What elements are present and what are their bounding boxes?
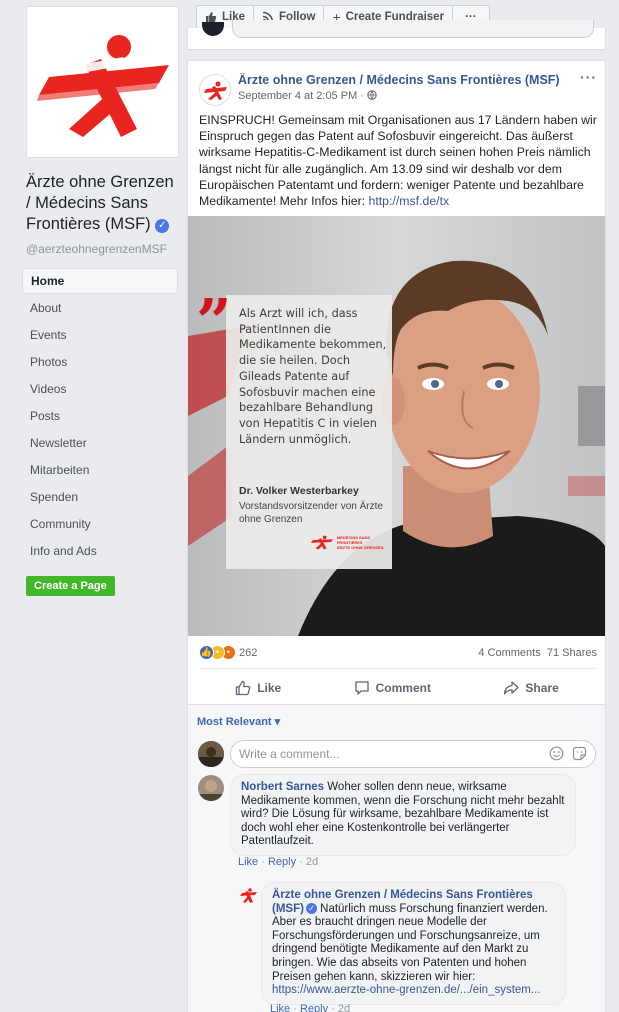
comment-input-placeholder: Write a comment... xyxy=(239,747,340,761)
globe-icon xyxy=(367,90,377,100)
emoji-icon[interactable] xyxy=(549,746,564,761)
post-author-avatar[interactable] xyxy=(199,74,231,106)
like-label: Like xyxy=(257,681,282,695)
comments-section: Most Relevant ▾ Write a comment... Norbe… xyxy=(188,704,605,1012)
page-profile-picture[interactable] xyxy=(26,6,179,158)
reply-author-avatar[interactable] xyxy=(238,885,258,905)
nav-item-videos[interactable]: Videos xyxy=(22,376,178,403)
post-timestamp[interactable]: September 4 at 2:05 PM · xyxy=(238,90,377,102)
previous-post-fragment xyxy=(187,20,606,50)
verified-badge-icon: ✓ xyxy=(155,219,170,233)
comment-input[interactable]: Write a comment... xyxy=(230,740,596,768)
nav-item-posts[interactable]: Posts xyxy=(22,403,178,430)
comment-reply-link[interactable]: Reply xyxy=(268,856,296,868)
nav-item-photos[interactable]: Photos xyxy=(22,349,178,376)
post-body: EINSPRUCH! Gemeinsam mit Organisationen … xyxy=(199,112,599,209)
share-button[interactable]: Share xyxy=(503,680,559,696)
verified-badge-icon: ✓ xyxy=(305,902,317,914)
quote-mark-icon: ” xyxy=(196,285,232,358)
reply-reply-link[interactable]: Reply xyxy=(300,1003,328,1012)
comment-like-link[interactable]: Like xyxy=(238,856,258,868)
post-options-button[interactable]: ··· xyxy=(580,69,597,85)
comments-count[interactable]: 4 Comments xyxy=(478,647,540,659)
reply-link[interactable]: https://www.aerzte-ohne-grenzen.de/.../e… xyxy=(272,984,540,996)
post-image[interactable]: ” Als Arzt will ich, dass PatientInnen d… xyxy=(188,216,605,636)
comment-author-avatar[interactable] xyxy=(198,775,224,801)
msf-logo-icon xyxy=(204,81,227,100)
previous-comment-input[interactable] xyxy=(232,20,594,38)
quote-text: Als Arzt will ich, dass PatientInnen die… xyxy=(239,307,387,446)
msf-logo-icon xyxy=(240,888,257,903)
like-button[interactable]: Like xyxy=(235,680,281,696)
msf-logo-icon xyxy=(37,35,169,137)
page-sidebar: Ärzte ohne Grenzen / Médecins Sans Front… xyxy=(0,0,186,1012)
logo-text-line-1: MÉDECINS SANS FRONTIÈRES xyxy=(336,534,371,545)
quote-card: ” Als Arzt will ich, dass PatientInnen d… xyxy=(196,291,392,569)
nav-item-mitarbeiten[interactable]: Mitarbeiten xyxy=(22,457,178,484)
logo-text-line-2: ÄRZTE OHNE GRENZEN xyxy=(336,544,384,550)
comment-bubble: Norbert Sarnes Woher sollen denn neue, w… xyxy=(230,774,576,856)
like-reaction-icon[interactable]: 👍 xyxy=(199,645,214,660)
post-link[interactable]: http://msf.de/tx xyxy=(369,194,450,208)
nav-item-home[interactable]: Home xyxy=(22,268,178,294)
share-label: Share xyxy=(525,681,559,695)
reply-meta: Like · Reply · 2d xyxy=(270,1003,350,1012)
comments-shares-counts: 4 Comments 71 Shares xyxy=(478,647,597,659)
comment-bubble-icon xyxy=(354,681,369,695)
nav-item-events[interactable]: Events xyxy=(22,322,178,349)
nav-item-newsletter[interactable]: Newsletter xyxy=(22,430,178,457)
post-actions: Like Comment Share xyxy=(199,673,595,703)
nav-item-about[interactable]: About xyxy=(22,295,178,322)
reply-time[interactable]: 2d xyxy=(338,1003,350,1012)
avatar-photo xyxy=(198,775,224,801)
msf-logo-icon xyxy=(310,535,333,550)
nav-item-info-and-ads[interactable]: Info and Ads xyxy=(22,538,178,565)
post-card: Ärzte ohne Grenzen / Médecins Sans Front… xyxy=(187,60,606,1012)
comment-meta: Like · Reply · 2d xyxy=(238,856,319,868)
page-handle[interactable]: @aerzteohnegrenzenMSF xyxy=(26,242,167,256)
comment-time[interactable]: 2d xyxy=(306,856,318,868)
avatar xyxy=(202,22,224,36)
nav-item-spenden[interactable]: Spenden xyxy=(22,484,178,511)
comment-button[interactable]: Comment xyxy=(354,680,431,696)
shares-count[interactable]: 71 Shares xyxy=(547,647,597,659)
msf-small-logo: MÉDECINS SANS FRONTIÈRES ÄRZTE OHNE GREN… xyxy=(310,533,392,551)
nav-item-community[interactable]: Community xyxy=(22,511,178,538)
sticker-icon[interactable] xyxy=(572,746,587,761)
comment-label: Comment xyxy=(375,681,431,695)
divider xyxy=(199,668,595,669)
comment-sort-dropdown[interactable]: Most Relevant ▾ xyxy=(197,715,280,728)
post-stats: 👍 • • 262 4 Comments 71 Shares xyxy=(199,645,597,663)
quote-role: Vorstandsvorsitzender von Ärzte ohne Gre… xyxy=(239,501,383,525)
thumbs-up-outline-icon xyxy=(236,680,251,696)
reactions-count[interactable]: 262 xyxy=(239,647,257,659)
share-arrow-icon xyxy=(504,681,520,695)
comment-input-icons xyxy=(549,746,587,761)
quote-author: Dr. Volker Westerbarkey xyxy=(239,485,359,497)
page-title[interactable]: Ärzte ohne Grenzen / Médecins Sans Front… xyxy=(26,172,182,235)
create-page-button[interactable]: Create a Page xyxy=(26,576,115,596)
page-nav: Home About Events Photos Videos Posts Ne… xyxy=(22,268,178,565)
comment-author-link[interactable]: Norbert Sarnes xyxy=(241,781,324,793)
avatar-photo xyxy=(198,741,224,767)
reply-bubble: Ärzte ohne Grenzen / Médecins Sans Front… xyxy=(261,882,566,1005)
reply-like-link[interactable]: Like xyxy=(270,1003,290,1012)
current-user-avatar[interactable] xyxy=(198,741,224,767)
post-time-label: September 4 at 2:05 PM · xyxy=(238,90,364,102)
post-author-link[interactable]: Ärzte ohne Grenzen / Médecins Sans Front… xyxy=(238,73,560,87)
reply-text: Natürlich muss Forschung finanziert werd… xyxy=(272,902,548,983)
